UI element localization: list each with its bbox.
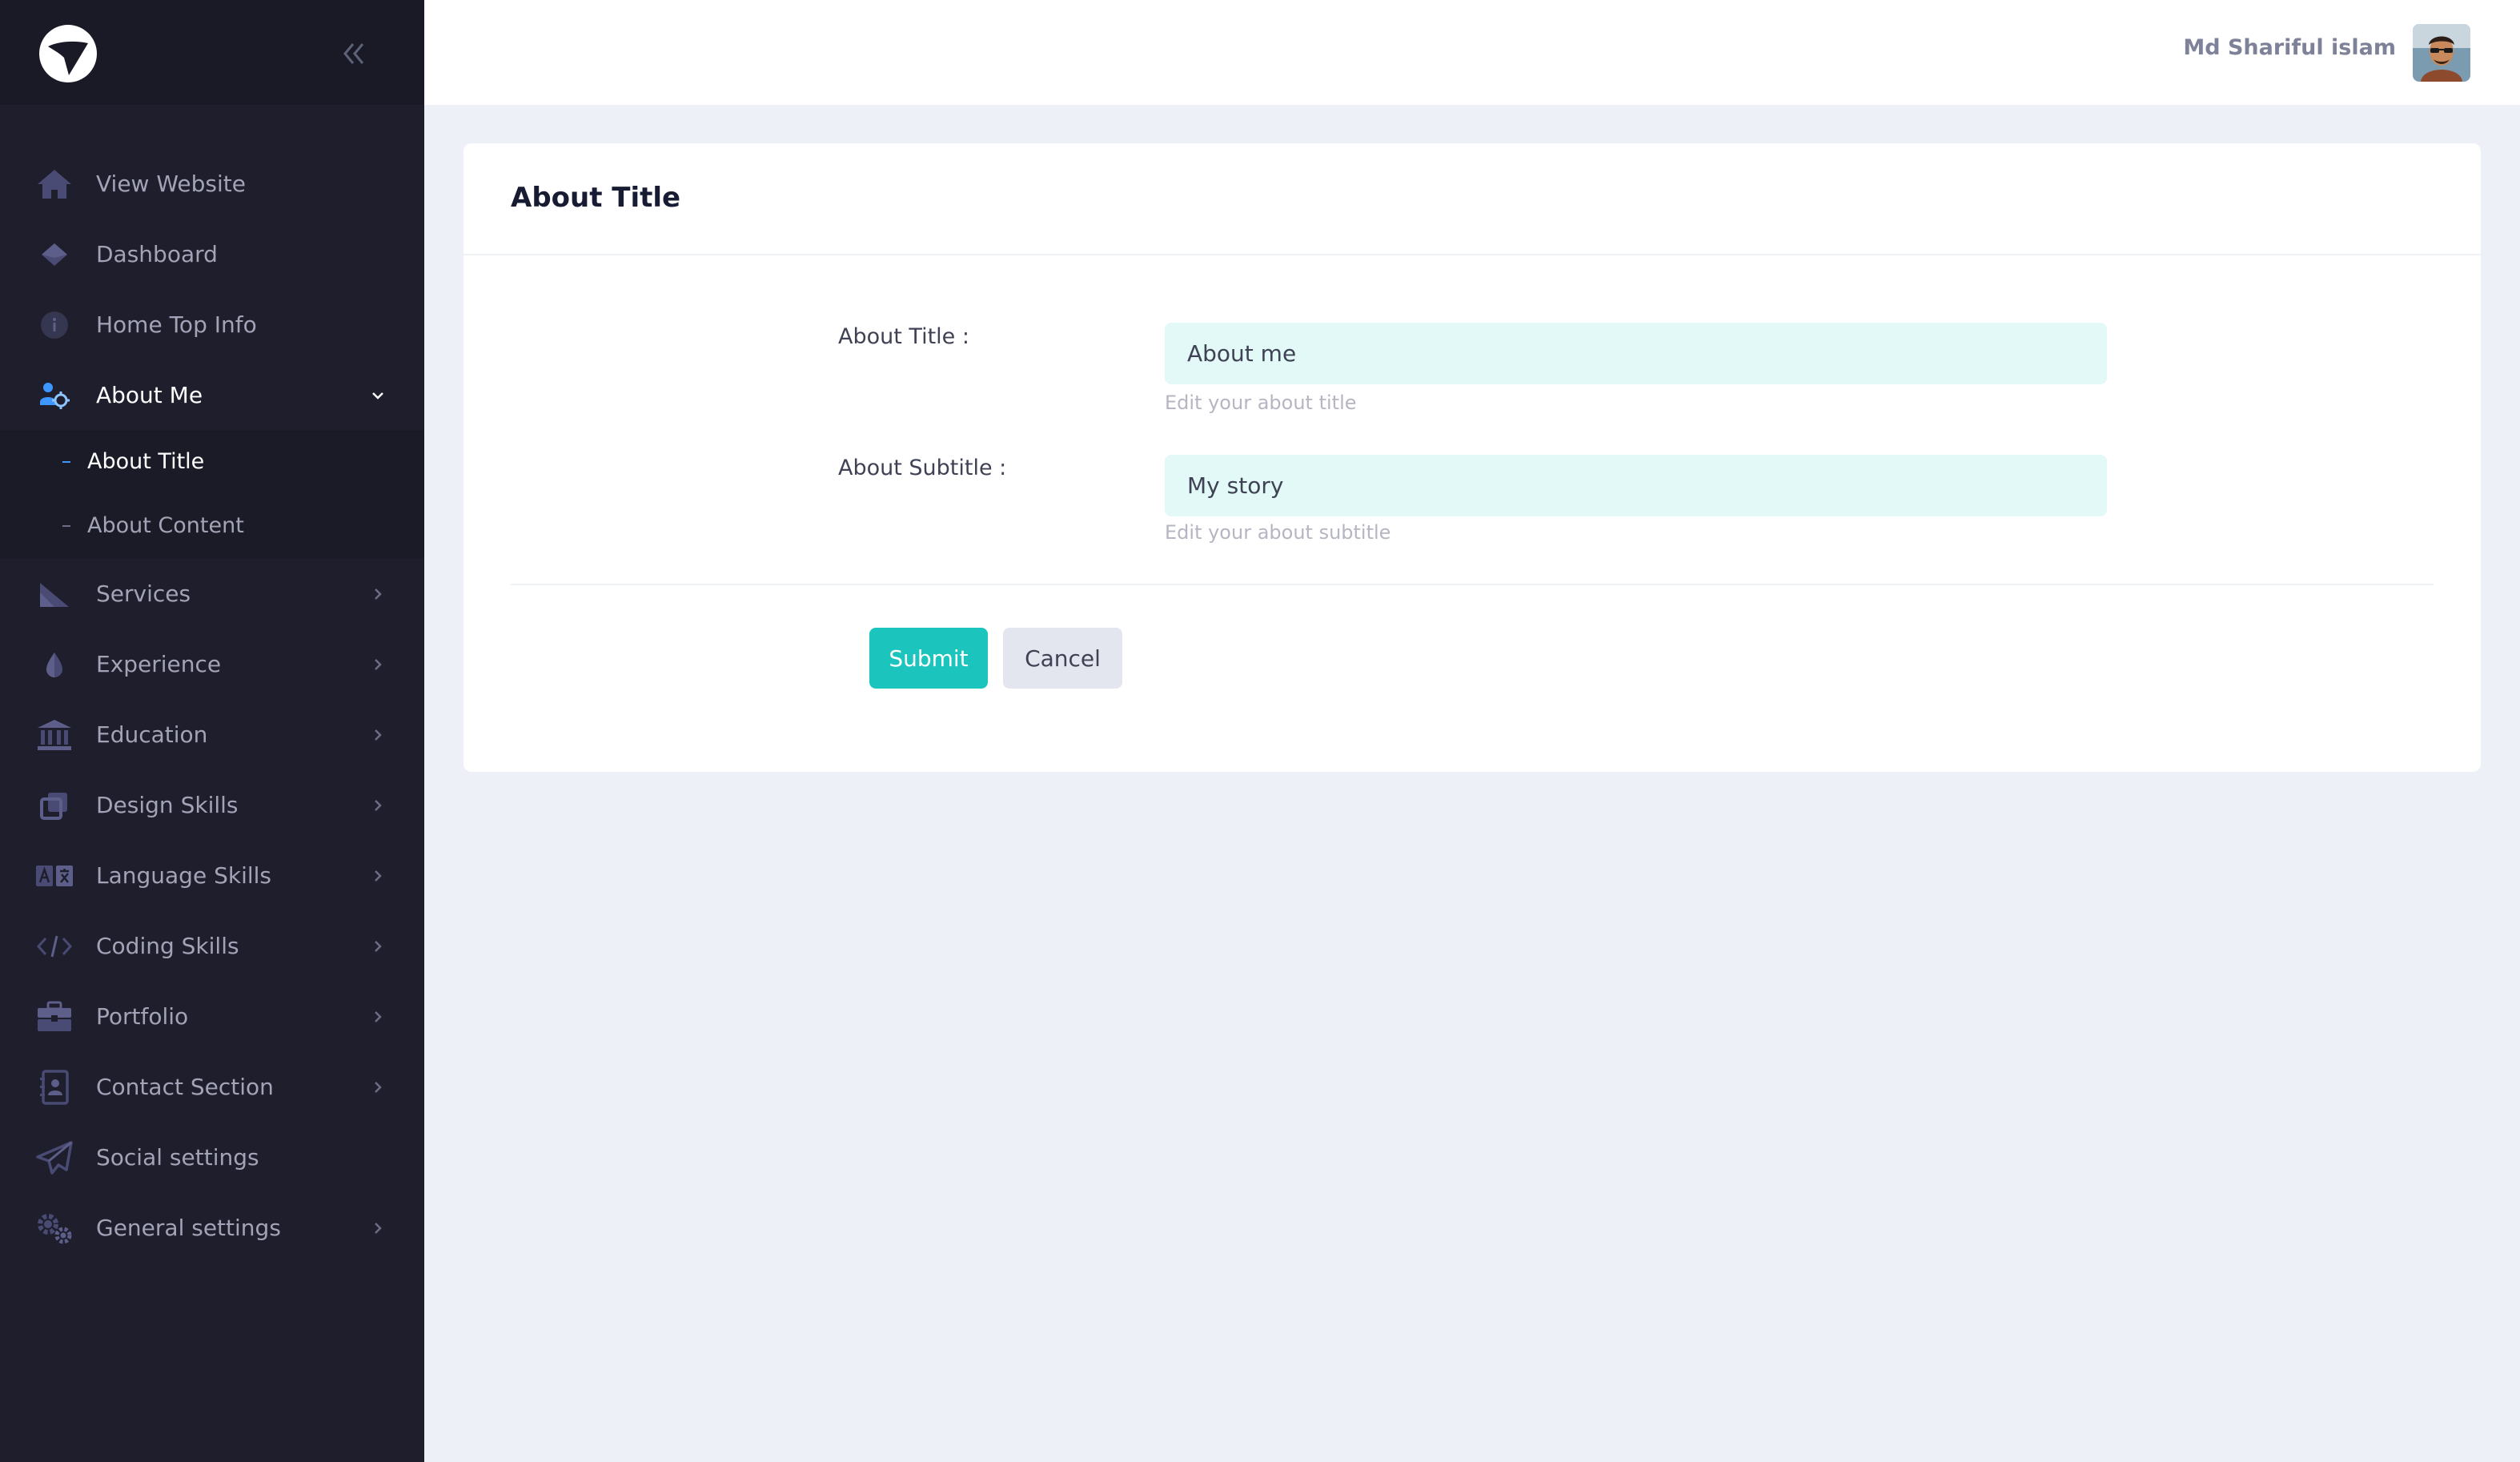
chevron-down-icon [368, 386, 387, 405]
sidebar-item-services[interactable]: Services [0, 562, 424, 626]
chevron-right-icon [368, 655, 387, 674]
chevron-right-icon [368, 1219, 387, 1238]
sidebar-item-portfolio[interactable]: Portfolio [0, 985, 424, 1049]
sidebar-item-label: Education [96, 721, 208, 748]
about-title-card: About Title About Title : Edit your abou… [463, 143, 2481, 772]
sidebar-item-label: Coding Skills [96, 933, 239, 959]
sidebar-item-dashboard[interactable]: Dashboard [0, 223, 424, 287]
diamond-icon [35, 237, 74, 272]
chevron-right-icon [368, 725, 387, 745]
sidebar-item-label: Design Skills [96, 792, 239, 818]
home-icon [35, 167, 74, 202]
submit-button[interactable]: Submit [869, 628, 988, 689]
chevron-right-icon [368, 584, 387, 604]
chevron-right-icon [368, 937, 387, 956]
sidebar-collapse-toggle[interactable] [335, 35, 371, 72]
sidebar-item-about-me[interactable]: About Me [0, 363, 424, 428]
design-icon [35, 788, 74, 823]
briefcase-icon [35, 999, 74, 1034]
sidebar-item-social-settings[interactable]: Social settings [0, 1126, 424, 1190]
double-chevron-left-icon [343, 43, 364, 64]
code-icon [35, 929, 74, 964]
bank-icon [35, 717, 74, 753]
topbar: Md Shariful islam [424, 0, 2520, 105]
chevron-right-icon [368, 796, 387, 815]
chevron-right-icon [368, 1078, 387, 1097]
info-icon [35, 307, 74, 343]
sidebar-item-label: Dashboard [96, 241, 218, 267]
drop-icon [35, 647, 74, 682]
sidebar-item-label: View Website [96, 171, 246, 197]
about-title-label: About Title : [838, 324, 969, 349]
bullet-dash [62, 461, 70, 463]
sidebar-item-general-settings[interactable]: General settings [0, 1196, 424, 1260]
sidebar-item-home-top-info[interactable]: Home Top Info [0, 293, 424, 357]
user-name[interactable]: Md Shariful islam [2183, 35, 2396, 60]
sidebar-item-label: Services [96, 580, 191, 607]
sidebar-item-language-skills[interactable]: Language Skills [0, 844, 424, 908]
sidebar-subitem-label: About Content [87, 513, 244, 538]
sidebar-item-experience[interactable]: Experience [0, 633, 424, 697]
send-icon [35, 1140, 74, 1175]
sidebar-header [0, 0, 424, 105]
bullet-dash [62, 525, 70, 527]
avatar[interactable] [2413, 24, 2470, 82]
sidebar-subitem-label: About Title [87, 449, 205, 474]
brand-logo[interactable] [37, 22, 99, 85]
sidebar-item-design-skills[interactable]: Design Skills [0, 773, 424, 837]
sidebar-item-contact-section[interactable]: Contact Section [0, 1055, 424, 1119]
sidebar-item-label: Language Skills [96, 862, 271, 889]
sidebar-item-label: Experience [96, 651, 222, 677]
chevron-right-icon [368, 1007, 387, 1026]
sidebar-item-coding-skills[interactable]: Coding Skills [0, 914, 424, 978]
about-subtitle-hint: Edit your about subtitle [1165, 521, 1391, 544]
sidebar-subitem-about-content[interactable]: About Content [0, 495, 424, 557]
sidebar-item-view-website[interactable]: View Website [0, 152, 424, 216]
translate-icon [35, 858, 74, 894]
gears-icon [35, 1211, 74, 1246]
sidebar: View Website Dashboard Home Top Info Abo… [0, 0, 424, 1462]
sidebar-item-label: Home Top Info [96, 311, 257, 338]
sidebar-item-education[interactable]: Education [0, 703, 424, 767]
sidebar-item-label: About Me [96, 382, 203, 408]
services-icon [35, 576, 74, 612]
chevron-right-icon [368, 866, 387, 886]
page-title: About Title [511, 182, 681, 214]
form-divider [511, 584, 2434, 585]
sidebar-subitem-about-title[interactable]: About Title [0, 431, 424, 493]
about-title-hint: Edit your about title [1165, 392, 1357, 414]
sidebar-item-label: Social settings [96, 1144, 259, 1171]
card-header: About Title [463, 143, 2481, 255]
sidebar-item-label: Portfolio [96, 1003, 189, 1030]
contact-book-icon [35, 1070, 74, 1105]
sidebar-item-label: General settings [96, 1215, 281, 1241]
about-me-icon [35, 378, 74, 413]
about-title-input[interactable] [1165, 323, 2107, 384]
about-subtitle-label: About Subtitle : [838, 456, 1007, 480]
about-subtitle-input[interactable] [1165, 455, 2107, 516]
sidebar-item-label: Contact Section [96, 1074, 274, 1100]
cancel-button[interactable]: Cancel [1003, 628, 1122, 689]
